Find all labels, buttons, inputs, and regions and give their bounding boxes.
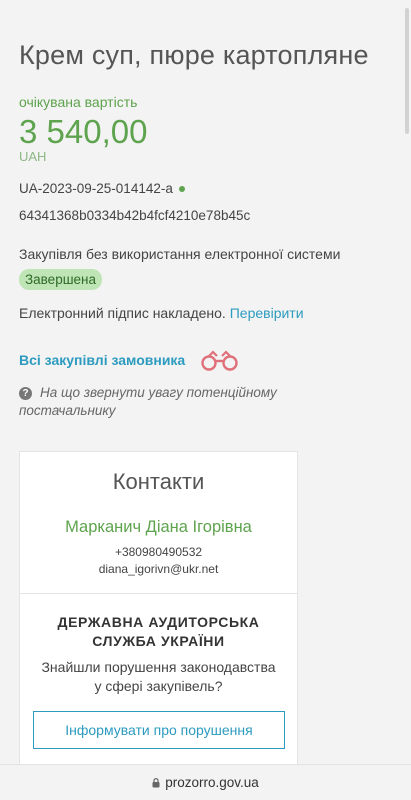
status-badge: Завершена (19, 269, 103, 290)
tender-id-row: UA-2023-09-25-014142-a (19, 181, 185, 196)
audit-title-line1: ДЕРЖАВНА АУДИТОРСЬКА (57, 614, 260, 630)
page-title: Крем суп, пюре картопляне (19, 40, 369, 70)
procurement-type: Закупівля без використання електронної с… (19, 246, 341, 262)
browser-address-bar[interactable]: prozorro.gov.ua (0, 764, 411, 800)
audit-question-line2: у сфері закупівель? (94, 678, 223, 694)
amount-value: 3 540,00 (19, 113, 148, 150)
contact-name: Марканич Діана Ігорівна (65, 518, 252, 536)
tender-hash: 64341368b0334b42b4fcf4210e78b45c (19, 208, 251, 223)
tender-id[interactable]: UA-2023-09-25-014142-a (19, 181, 173, 196)
scrollbar[interactable] (405, 8, 409, 134)
contact-phone[interactable]: +380980490532 (20, 545, 297, 559)
contacts-title: Контакти (112, 469, 205, 494)
lock-icon (152, 778, 160, 788)
url-display[interactable]: prozorro.gov.ua (0, 775, 411, 790)
url-text: prozorro.gov.ua (165, 775, 259, 790)
audit-title-line2: СЛУЖБА УКРАЇНИ (92, 633, 225, 649)
attention-text: На що звернути увагу потенційному постач… (19, 385, 277, 418)
status-dot-icon (178, 186, 185, 193)
audit-question: Знайшли порушення законодавства у сфері … (20, 658, 297, 696)
question-icon: ? (19, 387, 32, 400)
audit-question-line1: Знайшли порушення законодавства (41, 659, 276, 675)
report-violation-button[interactable]: Інформувати про порушення (33, 711, 285, 749)
signature-line: Електронний підпис накладено. Перевірити (19, 305, 304, 321)
signature-text: Електронний підпис накладено. (19, 305, 226, 321)
binoculars-icon[interactable] (200, 350, 240, 372)
all-procurements-link[interactable]: Всі закупівлі замовника (19, 352, 185, 368)
attention-link[interactable]: ? На що звернути увагу потенційному поста… (19, 384, 319, 420)
audit-service-title: ДЕРЖАВНА АУДИТОРСЬКА СЛУЖБА УКРАЇНИ (20, 613, 297, 651)
expected-cost-label: очікувана вартість (19, 94, 138, 110)
amount-currency: UAH (19, 149, 47, 164)
contacts-card: Контакти Марканич Діана Ігорівна +380980… (19, 451, 298, 771)
card-divider (20, 593, 297, 594)
verify-signature-link[interactable]: Перевірити (230, 305, 304, 321)
contact-email[interactable]: diana_igorivn@ukr.net (20, 562, 297, 576)
